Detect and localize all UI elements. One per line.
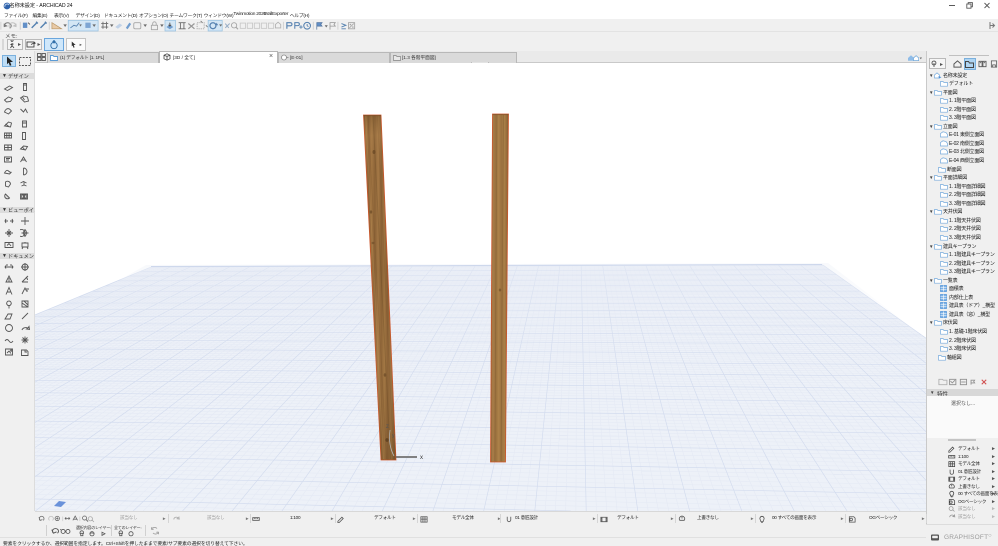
svg-text:z: z [386,424,389,430]
svg-text:x: x [420,455,423,461]
svg-text:y: y [392,433,395,439]
